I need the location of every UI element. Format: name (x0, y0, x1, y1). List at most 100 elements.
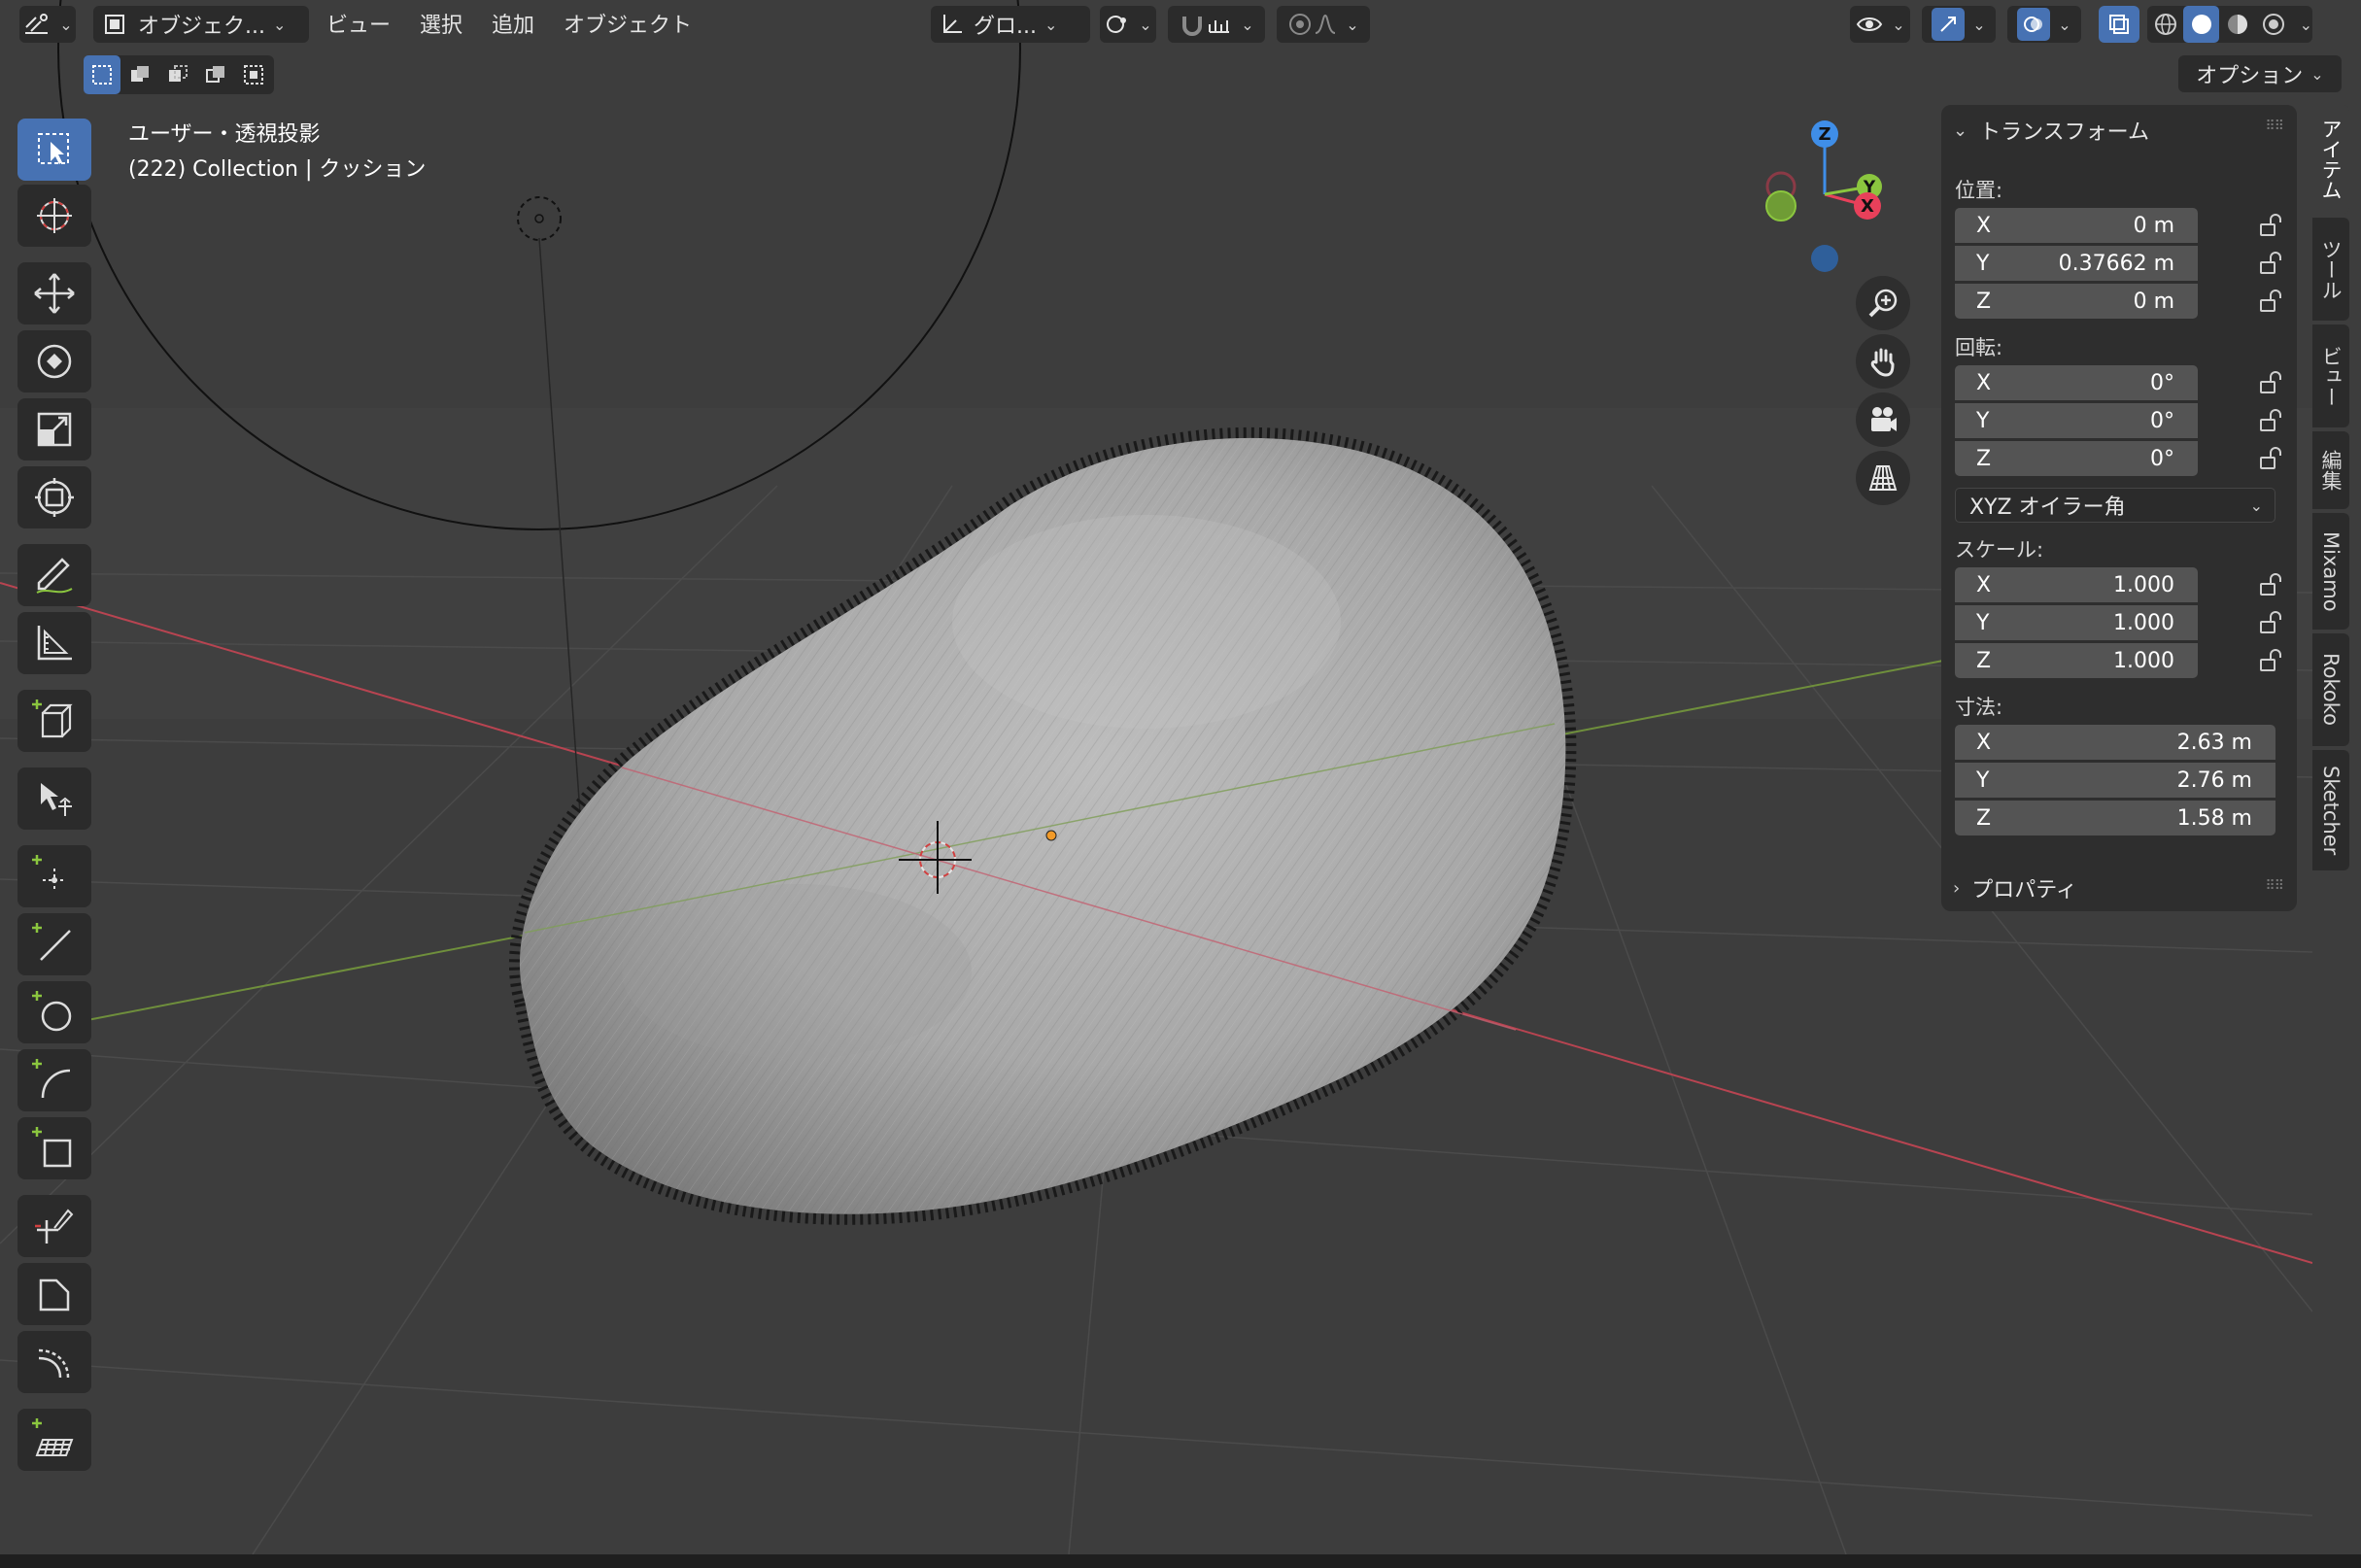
arc-icon (32, 1059, 71, 1099)
drag-handle-icon[interactable]: ⠿⠿ (2265, 878, 2283, 894)
location-y-lock-icon[interactable] (2254, 248, 2285, 279)
tab-rokoko[interactable]: Rokoko (2312, 633, 2349, 746)
select-new-icon[interactable] (84, 55, 120, 94)
editor-type-icon (25, 14, 49, 34)
select-invert-icon[interactable] (197, 55, 234, 94)
vertex-icon (32, 855, 66, 892)
rotation-z-lock-icon[interactable] (2254, 443, 2285, 474)
tab-edit[interactable]: 編集 (2312, 431, 2349, 509)
mode-label: オブジェク... (138, 15, 265, 39)
drag-handle-icon[interactable]: ⠿⠿ (2265, 119, 2283, 134)
location-x-lock-icon[interactable] (2254, 210, 2285, 241)
xray-toggle-button[interactable] (2099, 6, 2139, 43)
rotation-y-lock-icon[interactable] (2254, 405, 2285, 436)
menu-view[interactable]: ビュー (326, 8, 391, 39)
menu-select[interactable]: 選択 (420, 8, 462, 39)
proportional-editing-button[interactable]: ⌄ (1277, 6, 1370, 43)
rotation-x-lock-icon[interactable] (2254, 367, 2285, 398)
scale-tool[interactable] (17, 398, 91, 460)
transform-orientation-dropdown[interactable]: グロ... ⌄ (931, 6, 1090, 43)
location-y-field[interactable]: Y 0.37662 m (1955, 246, 2198, 281)
cursor-icon (37, 198, 72, 233)
scale-z-field[interactable]: Z 1.000 (1955, 643, 2198, 678)
annotate-tool[interactable] (17, 544, 91, 606)
rotate-tool[interactable] (17, 330, 91, 392)
tab-view[interactable]: ビュー (2312, 324, 2349, 427)
status-bar (0, 1554, 2361, 1568)
location-z-field[interactable]: Z0 m (1955, 284, 2198, 319)
select-extend-icon[interactable] (121, 55, 158, 94)
dimensions-x-field[interactable]: X 2.63 m (1955, 725, 2275, 760)
add-grid-tool[interactable] (17, 1409, 91, 1471)
select-intersect-icon[interactable] (235, 55, 272, 94)
menu-object[interactable]: オブジェクト (564, 8, 692, 39)
select-box-tool[interactable] (17, 119, 91, 181)
edge-icon (32, 923, 71, 961)
add-plane-tool[interactable] (17, 1117, 91, 1179)
select-box-icon (38, 133, 69, 164)
zoom-button[interactable] (1856, 276, 1910, 330)
orientation-icon (943, 15, 962, 33)
gizmo-toggle-button[interactable]: ⌄ (1922, 6, 1996, 43)
scale-z-lock-icon[interactable] (2254, 645, 2285, 676)
add-edge-tool[interactable] (17, 913, 91, 975)
add-arc-tool[interactable] (17, 1049, 91, 1111)
tab-sketcher[interactable]: Sketcher (2312, 750, 2349, 870)
properties-section-header[interactable]: › プロパティ (1953, 872, 2077, 903)
sidebar-panel: ⌄ トランスフォーム ⠿⠿ 位置: X0 m Y 0.37662 m Z0 m 回… (1941, 105, 2297, 911)
rotation-mode-dropdown[interactable]: XYZ オイラー角 ⌄ (1955, 488, 2275, 523)
mode-dropdown[interactable]: オブジェク... ⌄ (93, 6, 309, 43)
knife-tool[interactable] (17, 1195, 91, 1257)
pivot-point-button[interactable]: ⌄ (1100, 6, 1156, 43)
add-vertex-tool[interactable] (17, 845, 91, 907)
select-subtract-icon[interactable] (159, 55, 196, 94)
editor-type-button[interactable]: ⌄ (19, 6, 76, 43)
overlays-button[interactable]: ⌄ (2007, 6, 2081, 43)
rotation-y-field[interactable]: Y 0° (1955, 403, 2198, 438)
ortho-toggle-button[interactable] (1856, 451, 1910, 505)
material-shading-icon[interactable] (2219, 6, 2255, 43)
square-icon (32, 1127, 72, 1168)
bevel-tool[interactable] (17, 1263, 91, 1325)
move-tool[interactable] (17, 262, 91, 324)
scale-x-field[interactable]: X 1.000 (1955, 567, 2198, 602)
measure-tool[interactable] (17, 612, 91, 674)
dimensions-z-field[interactable]: Z 1.58 m (1955, 801, 2275, 835)
add-circle-tool[interactable] (17, 981, 91, 1043)
dimensions-y-field[interactable]: Y 2.76 m (1955, 763, 2275, 798)
transform-tool[interactable] (17, 466, 91, 528)
overlays-icon (2017, 8, 2051, 41)
scale-y-field[interactable]: Y 1.000 (1955, 605, 2198, 640)
options-dropdown[interactable]: オプション ⌄ (2178, 55, 2342, 92)
rotation-z-field[interactable]: Z 0° (1955, 441, 2198, 476)
bevel-icon (39, 1278, 70, 1312)
wireframe-shading-icon[interactable] (2147, 6, 2183, 43)
snap-button[interactable]: ⌄ (1168, 6, 1265, 43)
spin-tool[interactable] (17, 1331, 91, 1393)
chevron-right-icon: › (1953, 877, 1961, 899)
rendered-shading-icon[interactable] (2255, 6, 2291, 43)
cursor-tool[interactable] (17, 185, 91, 247)
chevron-down-icon: ⌄ (2249, 495, 2263, 515)
add-cube-tool[interactable] (17, 690, 91, 752)
rotation-x-field[interactable]: X 0° (1955, 365, 2198, 400)
scale-y-lock-icon[interactable] (2254, 607, 2285, 638)
menu-add[interactable]: 追加 (492, 8, 534, 39)
extrude-tool[interactable] (17, 767, 91, 830)
add-cube-icon (32, 699, 73, 738)
scale-x-lock-icon[interactable] (2254, 569, 2285, 600)
zoom-icon (1868, 289, 1898, 318)
gizmo-x-label: X (1861, 196, 1874, 217)
tab-mixamo[interactable]: Mixamo (2312, 513, 2349, 630)
transform-section-header[interactable]: ⌄ トランスフォーム (1953, 115, 2149, 146)
solid-shading-icon[interactable] (2183, 6, 2220, 43)
visibility-button[interactable]: ⌄ (1850, 6, 1910, 43)
location-x-field[interactable]: X0 m (1955, 208, 2198, 243)
navigation-gizmo[interactable]: Z Y X (1749, 117, 1885, 282)
pan-button[interactable] (1856, 334, 1910, 389)
tab-tool[interactable]: ツール (2312, 218, 2349, 321)
grid-icon (32, 1418, 74, 1456)
location-z-lock-icon[interactable] (2254, 286, 2285, 317)
tab-item[interactable]: アイテム (2312, 105, 2349, 214)
camera-view-button[interactable] (1856, 392, 1910, 447)
